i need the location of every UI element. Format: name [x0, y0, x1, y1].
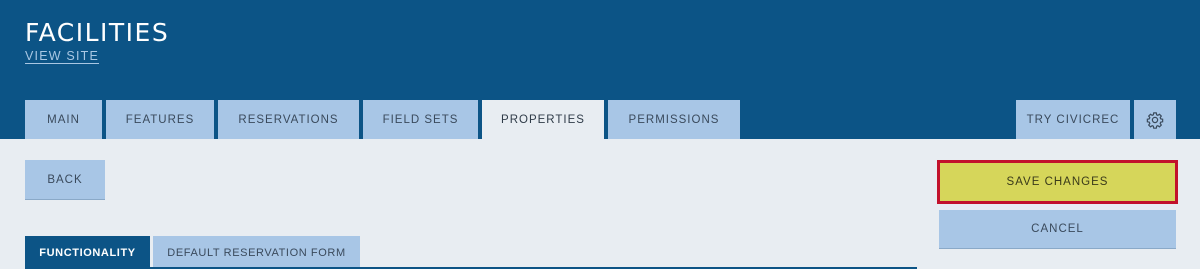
- save-changes-button[interactable]: SAVE CHANGES: [937, 160, 1178, 204]
- page-title: FACILITIES: [25, 18, 170, 47]
- cancel-button[interactable]: CANCEL: [939, 210, 1176, 249]
- settings-button[interactable]: [1134, 100, 1176, 139]
- tab-main[interactable]: MAIN: [25, 100, 102, 139]
- back-button[interactable]: BACK: [25, 160, 105, 200]
- tab-try-civicrec[interactable]: TRY CIVICREC: [1016, 100, 1130, 139]
- subtab-functionality[interactable]: FUNCTIONALITY: [25, 236, 150, 269]
- view-site-link[interactable]: VIEW SITE: [25, 49, 99, 63]
- tab-properties[interactable]: PROPERTIES: [482, 100, 604, 139]
- subtab-default-reservation-form[interactable]: DEFAULT RESERVATION FORM: [153, 236, 360, 269]
- tab-features[interactable]: FEATURES: [106, 100, 214, 139]
- tab-permissions[interactable]: PERMISSIONS: [608, 100, 740, 139]
- page-header: FACILITIES VIEW SITE MAIN FEATURES RESER…: [0, 0, 1200, 139]
- gear-icon: [1146, 111, 1164, 129]
- tab-field-sets[interactable]: FIELD SETS: [363, 100, 478, 139]
- tab-reservations[interactable]: RESERVATIONS: [218, 100, 359, 139]
